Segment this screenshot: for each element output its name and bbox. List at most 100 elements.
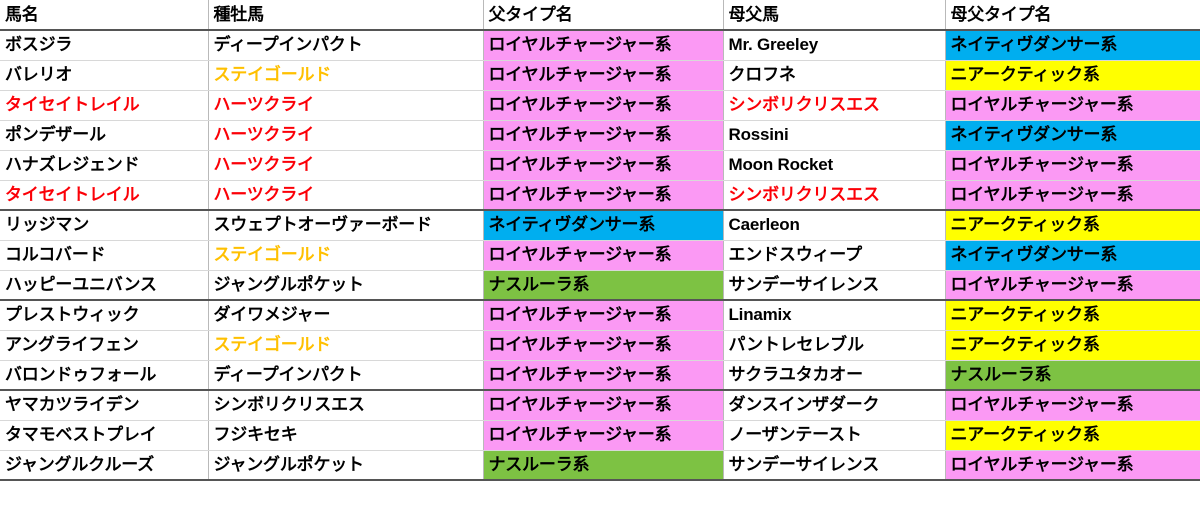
cell-broodmare_sire[interactable]: クロフネ bbox=[723, 60, 946, 91]
cell-bms_type[interactable]: ニアークティック系 bbox=[945, 210, 1200, 241]
cell-sire_type[interactable]: ナスルーラ系 bbox=[483, 450, 724, 481]
cell-broodmare_sire[interactable]: サンデーサイレンス bbox=[723, 450, 946, 481]
cell-sire_type[interactable]: ロイヤルチャージャー系 bbox=[483, 90, 724, 121]
cell-sire_type[interactable]: ロイヤルチャージャー系 bbox=[483, 120, 724, 151]
column-header-broodmare_sire[interactable]: 母父馬 bbox=[723, 0, 946, 31]
cell-broodmare_sire[interactable]: ノーザンテースト bbox=[723, 420, 946, 451]
header-row: 馬名 種牡馬 父タイプ名 母父馬 母父タイプ名 bbox=[0, 0, 1200, 31]
cell-bms_type[interactable]: ナスルーラ系 bbox=[945, 360, 1200, 391]
cell-sire[interactable]: ステイゴールド bbox=[208, 60, 484, 91]
cell-broodmare_sire[interactable]: Linamix bbox=[723, 300, 946, 331]
column-header-sire_type[interactable]: 父タイプ名 bbox=[483, 0, 724, 31]
column-header-bms_type[interactable]: 母父タイプ名 bbox=[945, 0, 1200, 31]
cell-sire[interactable]: ジャングルポケット bbox=[208, 450, 484, 481]
cell-sire[interactable]: ステイゴールド bbox=[208, 240, 484, 271]
cell-horse[interactable]: ジャングルクルーズ bbox=[0, 450, 209, 481]
cell-sire_type[interactable]: ロイヤルチャージャー系 bbox=[483, 30, 724, 61]
table-row[interactable]: タマモベストプレイ フジキセキ ロイヤルチャージャー系 ノーザンテースト ニアークティッ… bbox=[0, 420, 1200, 451]
cell-sire_type[interactable]: ロイヤルチャージャー系 bbox=[483, 330, 724, 361]
table-row[interactable]: バレリオ ステイゴールド ロイヤルチャージャー系 クロフネ ニアークティック系 bbox=[0, 60, 1200, 91]
cell-sire_type[interactable]: ネイティヴダンサー系 bbox=[483, 210, 724, 241]
cell-sire[interactable]: ステイゴールド bbox=[208, 330, 484, 361]
spreadsheet-canvas: 馬名 種牡馬 父タイプ名 母父馬 母父タイプ名 ボスジラ ディープインパクト ロイヤルチャー… bbox=[0, 0, 1200, 520]
table-row[interactable]: コルコバード ステイゴールド ロイヤルチャージャー系 エンドスウィープ ネイティヴダンサ… bbox=[0, 240, 1200, 271]
cell-bms_type[interactable]: ロイヤルチャージャー系 bbox=[945, 450, 1200, 481]
cell-broodmare_sire[interactable]: シンボリクリスエス bbox=[723, 180, 946, 211]
cell-sire[interactable]: スウェプトオーヴァーボード bbox=[208, 210, 484, 241]
cell-bms_type[interactable]: ネイティヴダンサー系 bbox=[945, 30, 1200, 61]
cell-sire[interactable]: ディープインパクト bbox=[208, 30, 484, 61]
cell-horse[interactable]: ポンデザール bbox=[0, 120, 209, 151]
cell-broodmare_sire[interactable]: Caerleon bbox=[723, 210, 946, 241]
table-row[interactable]: タイセイトレイル ハーツクライ ロイヤルチャージャー系 シンボリクリスエス ロイヤルチャ… bbox=[0, 180, 1200, 211]
table-header: 馬名 種牡馬 父タイプ名 母父馬 母父タイプ名 bbox=[0, 0, 1200, 31]
cell-horse[interactable]: リッジマン bbox=[0, 210, 209, 241]
cell-horse[interactable]: ハナズレジェンド bbox=[0, 150, 209, 181]
cell-sire_type[interactable]: ロイヤルチャージャー系 bbox=[483, 420, 724, 451]
table-row[interactable]: ヤマカツライデン シンボリクリスエス ロイヤルチャージャー系 ダンスインザダーク ロイヤ… bbox=[0, 390, 1200, 421]
cell-sire[interactable]: ダイワメジャー bbox=[208, 300, 484, 331]
cell-bms_type[interactable]: ロイヤルチャージャー系 bbox=[945, 270, 1200, 301]
cell-horse[interactable]: ハッピーユニバンス bbox=[0, 270, 209, 301]
cell-sire[interactable]: ジャングルポケット bbox=[208, 270, 484, 301]
cell-horse[interactable]: バレリオ bbox=[0, 60, 209, 91]
table-row[interactable]: タイセイトレイル ハーツクライ ロイヤルチャージャー系 シンボリクリスエス ロイヤルチャ… bbox=[0, 90, 1200, 121]
cell-bms_type[interactable]: ニアークティック系 bbox=[945, 330, 1200, 361]
cell-sire_type[interactable]: ロイヤルチャージャー系 bbox=[483, 150, 724, 181]
cell-broodmare_sire[interactable]: パントレセレブル bbox=[723, 330, 946, 361]
column-header-sire[interactable]: 種牡馬 bbox=[208, 0, 484, 31]
cell-sire[interactable]: ハーツクライ bbox=[208, 150, 484, 181]
cell-sire[interactable]: ハーツクライ bbox=[208, 90, 484, 121]
cell-sire[interactable]: ディープインパクト bbox=[208, 360, 484, 391]
column-header-horse[interactable]: 馬名 bbox=[0, 0, 209, 31]
cell-bms_type[interactable]: ロイヤルチャージャー系 bbox=[945, 180, 1200, 211]
cell-broodmare_sire[interactable]: シンボリクリスエス bbox=[723, 90, 946, 121]
cell-sire[interactable]: フジキセキ bbox=[208, 420, 484, 451]
cell-bms_type[interactable]: ニアークティック系 bbox=[945, 60, 1200, 91]
cell-horse[interactable]: コルコバード bbox=[0, 240, 209, 271]
cell-horse[interactable]: タイセイトレイル bbox=[0, 90, 209, 121]
table-row[interactable]: バロンドゥフォール ディープインパクト ロイヤルチャージャー系 サクラユタカオー ナスル… bbox=[0, 360, 1200, 391]
cell-horse[interactable]: ヤマカツライデン bbox=[0, 390, 209, 421]
cell-bms_type[interactable]: ネイティヴダンサー系 bbox=[945, 120, 1200, 151]
cell-broodmare_sire[interactable]: エンドスウィープ bbox=[723, 240, 946, 271]
table-row[interactable]: アングライフェン ステイゴールド ロイヤルチャージャー系 パントレセレブル ニアークティ… bbox=[0, 330, 1200, 361]
cell-sire_type[interactable]: ロイヤルチャージャー系 bbox=[483, 180, 724, 211]
cell-sire[interactable]: シンボリクリスエス bbox=[208, 390, 484, 421]
table-row[interactable]: ポンデザール ハーツクライ ロイヤルチャージャー系 Rossini ネイティヴダンサー系 bbox=[0, 120, 1200, 151]
cell-broodmare_sire[interactable]: Moon Rocket bbox=[723, 150, 946, 181]
cell-horse[interactable]: バロンドゥフォール bbox=[0, 360, 209, 391]
table-row[interactable]: ジャングルクルーズ ジャングルポケット ナスルーラ系 サンデーサイレンス ロイヤルチャー… bbox=[0, 450, 1200, 481]
cell-sire[interactable]: ハーツクライ bbox=[208, 180, 484, 211]
table-body: ボスジラ ディープインパクト ロイヤルチャージャー系 Mr. Greeley ネイティヴ… bbox=[0, 30, 1200, 481]
cell-sire_type[interactable]: ロイヤルチャージャー系 bbox=[483, 390, 724, 421]
cell-sire[interactable]: ハーツクライ bbox=[208, 120, 484, 151]
cell-horse[interactable]: タイセイトレイル bbox=[0, 180, 209, 211]
cell-bms_type[interactable]: ロイヤルチャージャー系 bbox=[945, 90, 1200, 121]
cell-bms_type[interactable]: ネイティヴダンサー系 bbox=[945, 240, 1200, 271]
cell-sire_type[interactable]: ロイヤルチャージャー系 bbox=[483, 300, 724, 331]
cell-bms_type[interactable]: ニアークティック系 bbox=[945, 300, 1200, 331]
table-row[interactable]: ボスジラ ディープインパクト ロイヤルチャージャー系 Mr. Greeley ネイティヴ… bbox=[0, 30, 1200, 61]
cell-broodmare_sire[interactable]: ダンスインザダーク bbox=[723, 390, 946, 421]
cell-bms_type[interactable]: ニアークティック系 bbox=[945, 420, 1200, 451]
table-row[interactable]: リッジマン スウェプトオーヴァーボード ネイティヴダンサー系 Caerleon ニアーク… bbox=[0, 210, 1200, 241]
cell-bms_type[interactable]: ロイヤルチャージャー系 bbox=[945, 390, 1200, 421]
cell-broodmare_sire[interactable]: サンデーサイレンス bbox=[723, 270, 946, 301]
cell-broodmare_sire[interactable]: Mr. Greeley bbox=[723, 30, 946, 61]
cell-sire_type[interactable]: ナスルーラ系 bbox=[483, 270, 724, 301]
cell-sire_type[interactable]: ロイヤルチャージャー系 bbox=[483, 240, 724, 271]
cell-horse[interactable]: タマモベストプレイ bbox=[0, 420, 209, 451]
table-row[interactable]: プレストウィック ダイワメジャー ロイヤルチャージャー系 Linamix ニアークティッ… bbox=[0, 300, 1200, 331]
table-row[interactable]: ハッピーユニバンス ジャングルポケット ナスルーラ系 サンデーサイレンス ロイヤルチャー… bbox=[0, 270, 1200, 301]
cell-broodmare_sire[interactable]: Rossini bbox=[723, 120, 946, 151]
cell-broodmare_sire[interactable]: サクラユタカオー bbox=[723, 360, 946, 391]
cell-sire_type[interactable]: ロイヤルチャージャー系 bbox=[483, 60, 724, 91]
cell-sire_type[interactable]: ロイヤルチャージャー系 bbox=[483, 360, 724, 391]
cell-horse[interactable]: ボスジラ bbox=[0, 30, 209, 61]
cell-horse[interactable]: プレストウィック bbox=[0, 300, 209, 331]
cell-bms_type[interactable]: ロイヤルチャージャー系 bbox=[945, 150, 1200, 181]
table-row[interactable]: ハナズレジェンド ハーツクライ ロイヤルチャージャー系 Moon Rocket ロイヤル… bbox=[0, 150, 1200, 181]
pedigree-table: 馬名 種牡馬 父タイプ名 母父馬 母父タイプ名 ボスジラ ディープインパクト ロイヤルチャー… bbox=[0, 0, 1200, 481]
cell-horse[interactable]: アングライフェン bbox=[0, 330, 209, 361]
